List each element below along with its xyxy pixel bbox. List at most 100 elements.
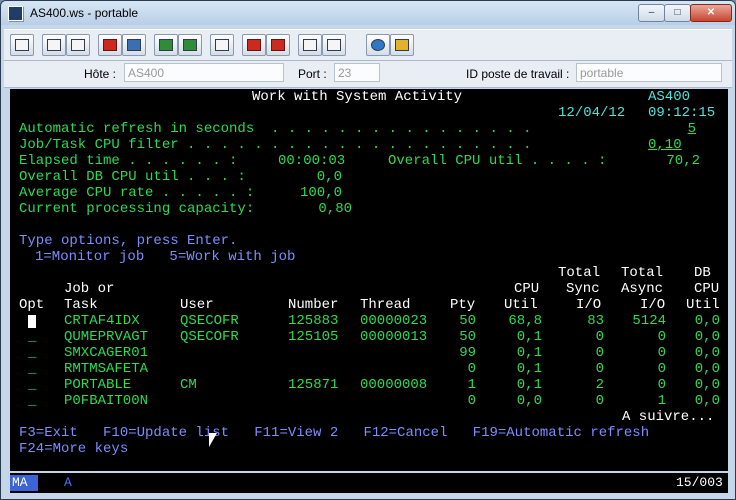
priority: 0 <box>467 361 476 377</box>
receive-icon <box>127 39 141 51</box>
user-name: QSECOFR <box>180 329 239 345</box>
cpu-util: 0,1 <box>516 361 542 377</box>
terminal-screen[interactable]: Work with System Activity AS400 12/04/12… <box>10 89 728 471</box>
cpu-util: 0,0 <box>516 393 542 409</box>
sync-io: 2 <box>595 377 604 393</box>
connection-info-bar: Hôte : AS400 Port : 23 ID poste de trava… <box>4 61 732 88</box>
host-field[interactable]: AS400 <box>124 63 284 82</box>
sync-io: 0 <box>595 393 604 409</box>
job-number: 125871 <box>288 377 339 393</box>
play-macro-button[interactable] <box>298 34 322 56</box>
async-io: 1 <box>657 393 666 409</box>
async-io: 5124 <box>632 313 666 329</box>
thread-id: 00000008 <box>360 377 428 393</box>
copy-button[interactable] <box>42 34 66 56</box>
option-field[interactable]: _ <box>28 345 36 361</box>
header-job: Job or <box>64 281 115 297</box>
option-field[interactable]: _ <box>28 361 36 377</box>
priority: 50 <box>459 313 476 329</box>
option-field[interactable]: _ <box>28 377 36 393</box>
emulator-window: AS400.ws - portable – □ ✕ Hôte : AS400 P… <box>0 0 736 500</box>
display-setup-button[interactable] <box>154 34 178 56</box>
status-mode: MA <box>10 475 38 491</box>
task-name: P0FBAIT00N <box>64 393 149 409</box>
header-db-cpu: CPU <box>694 281 720 297</box>
receive-file-button[interactable] <box>122 34 146 56</box>
color-setup-button[interactable] <box>178 34 202 56</box>
cpu-util: 0,1 <box>516 329 542 345</box>
filter-label: Job/Task CPU filter . . . . . . . . . . … <box>19 137 532 153</box>
paste-button[interactable] <box>66 34 90 56</box>
thread-id: 00000013 <box>360 329 428 345</box>
record-icon <box>247 39 261 51</box>
sync-io: 0 <box>595 329 604 345</box>
header-pty: Pty <box>450 297 476 313</box>
keymap-button[interactable] <box>390 34 414 56</box>
option-field[interactable]: _ <box>28 329 36 345</box>
db-cpu-util: 0,0 <box>694 361 720 377</box>
thread-id: 00000023 <box>360 313 428 329</box>
minimize-button[interactable]: – <box>638 4 665 22</box>
maximize-button[interactable]: □ <box>664 4 691 22</box>
display-icon <box>159 39 173 51</box>
header-number: Number <box>288 297 339 313</box>
db-cpu-value: 0,0 <box>316 169 342 185</box>
title-bar[interactable]: AS400.ws - portable – □ ✕ <box>1 1 735 25</box>
system-name: AS400 <box>648 89 691 105</box>
task-name: QUMEPRVAGT <box>64 329 149 345</box>
header-async-io: I/O <box>640 297 666 313</box>
avg-cpu-label: Average CPU rate . . . . . : <box>19 185 255 201</box>
screen-title: Work with System Activity <box>252 89 463 105</box>
instructions: Type options, press Enter. <box>19 233 238 249</box>
help-button[interactable] <box>366 34 390 56</box>
filter-input[interactable]: 0,10 <box>648 137 682 153</box>
header-task: Task <box>64 297 98 313</box>
mouse-pointer-icon <box>209 433 217 447</box>
paste-icon <box>71 39 85 51</box>
sync-io: 83 <box>587 313 604 329</box>
keyboard-button[interactable] <box>210 34 234 56</box>
host-label: Hôte : <box>84 67 117 81</box>
overall-cpu-label: Overall CPU util . . . . : <box>388 153 607 169</box>
sync-io: 0 <box>595 361 604 377</box>
task-name: CRTAF4IDX <box>64 313 140 329</box>
copy-icon <box>47 39 61 51</box>
keymap-icon <box>395 39 409 51</box>
globe-icon <box>371 39 385 51</box>
print-screen-button[interactable] <box>10 34 34 56</box>
priority: 1 <box>467 377 476 393</box>
option-field[interactable]: _ <box>28 393 36 409</box>
priority: 0 <box>467 393 476 409</box>
refresh-input[interactable]: 5 <box>648 121 696 137</box>
stop-icon <box>271 39 285 51</box>
time: 09:12:15 <box>648 105 716 121</box>
stop-macro-button[interactable] <box>266 34 290 56</box>
workstation-label: ID poste de travail : <box>466 67 570 81</box>
table-row: _ P0FBAIT00N 0 0,0 0 1 0,0 <box>10 393 728 409</box>
record-macro-button[interactable] <box>242 34 266 56</box>
priority: 99 <box>459 345 476 361</box>
async-io: 0 <box>657 329 666 345</box>
workstation-field[interactable]: portable <box>576 63 722 82</box>
keyboard-icon <box>215 39 229 51</box>
port-field[interactable]: 23 <box>334 63 380 82</box>
function-keys-line2[interactable]: F24=More keys <box>19 441 128 457</box>
sync-io: 0 <box>595 345 604 361</box>
close-button[interactable]: ✕ <box>690 4 732 22</box>
macro-icon <box>327 39 341 51</box>
header-db: DB <box>694 265 711 281</box>
text-cursor <box>28 315 36 328</box>
options-legend: 1=Monitor job 5=Work with job <box>35 249 296 265</box>
run-macro-button[interactable] <box>322 34 346 56</box>
app-icon <box>8 6 23 21</box>
send-file-button[interactable] <box>98 34 122 56</box>
task-name: RMTMSAFETA <box>64 361 149 377</box>
function-keys-line1[interactable]: F3=Exit F10=Update list F11=View 2 F12=C… <box>19 425 649 441</box>
db-cpu-label: Overall DB CPU util . . . : <box>19 169 246 185</box>
header-user: User <box>180 297 214 313</box>
header-cpu: CPU <box>514 281 540 297</box>
toolbar <box>4 29 732 61</box>
header-async: Async <box>621 281 664 297</box>
table-row: _ RMTMSAFETA 0 0,1 0 0 0,0 <box>10 361 728 377</box>
play-icon <box>303 39 317 51</box>
